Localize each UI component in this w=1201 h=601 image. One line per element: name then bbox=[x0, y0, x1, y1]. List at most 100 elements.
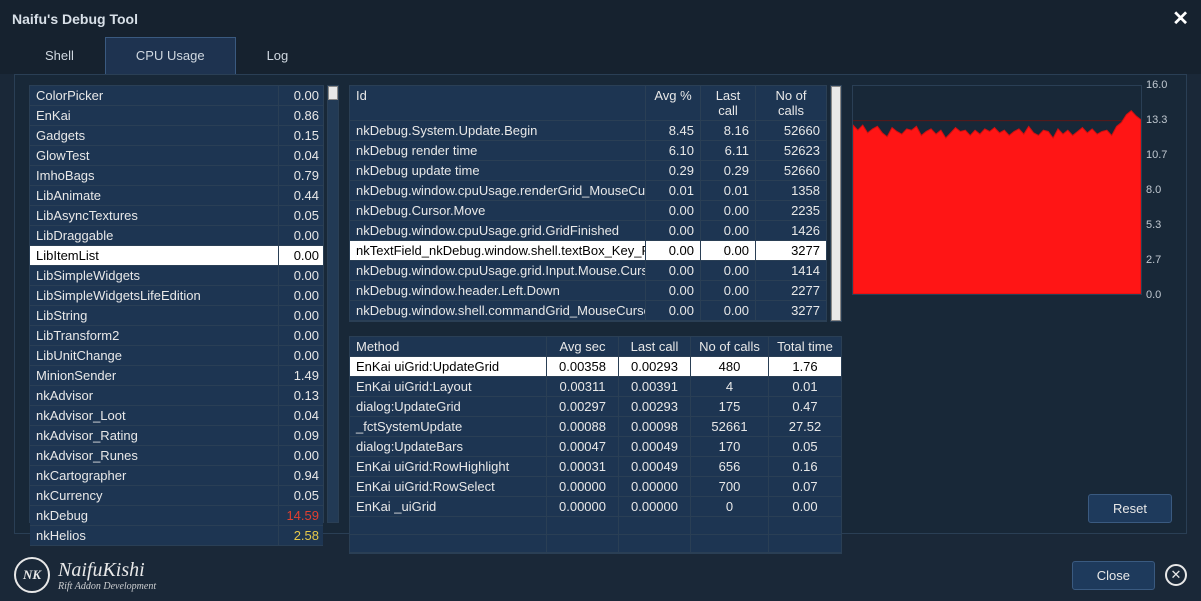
last-cell: 0.00 bbox=[701, 221, 756, 240]
addon-row[interactable]: EnKai0.86 bbox=[30, 106, 323, 126]
title-bar[interactable]: Naifu's Debug Tool ✕ bbox=[0, 0, 1201, 37]
method-row[interactable]: EnKai uiGrid:RowHighlight0.000310.000496… bbox=[350, 457, 841, 477]
addon-row[interactable]: LibDraggable0.00 bbox=[30, 226, 323, 246]
method-row[interactable]: dialog:UpdateBars0.000470.000491700.05 bbox=[350, 437, 841, 457]
method-cell: EnKai uiGrid:Layout bbox=[350, 377, 547, 396]
addon-row[interactable]: Gadgets0.15 bbox=[30, 126, 323, 146]
id-row[interactable]: nkDebug update time0.290.2952660 bbox=[350, 161, 826, 181]
scroll-thumb[interactable] bbox=[328, 86, 338, 100]
nocalls-cell: 700 bbox=[691, 477, 769, 496]
col-nocalls: No of calls bbox=[691, 337, 769, 356]
id-row[interactable]: nkDebug.window.header.Left.Down0.000.002… bbox=[350, 281, 826, 301]
tab-shell[interactable]: Shell bbox=[14, 37, 105, 74]
addon-name: GlowTest bbox=[30, 146, 279, 165]
method-row[interactable]: dialog:UpdateGrid0.002970.002931750.47 bbox=[350, 397, 841, 417]
col-last: Last call bbox=[701, 86, 756, 120]
tab-cpu-usage[interactable]: CPU Usage bbox=[105, 37, 236, 74]
method-row-empty bbox=[350, 535, 841, 553]
avg-cell: 0.00 bbox=[646, 261, 701, 280]
addon-row[interactable]: ColorPicker0.00 bbox=[30, 86, 323, 106]
addon-row[interactable]: nkDebug14.59 bbox=[30, 506, 323, 526]
addon-row[interactable]: nkAdvisor0.13 bbox=[30, 386, 323, 406]
addon-name: ColorPicker bbox=[30, 86, 279, 105]
addon-row[interactable]: ImhoBags0.79 bbox=[30, 166, 323, 186]
nocalls-cell: 170 bbox=[691, 437, 769, 456]
id-row[interactable]: nkDebug.window.cpuUsage.grid.Input.Mouse… bbox=[350, 261, 826, 281]
addon-row[interactable]: nkAdvisor_Loot0.04 bbox=[30, 406, 323, 426]
addon-row[interactable]: MinionSender1.49 bbox=[30, 366, 323, 386]
method-row[interactable]: EnKai uiGrid:Layout0.003110.0039140.01 bbox=[350, 377, 841, 397]
addon-pct: 0.00 bbox=[279, 286, 323, 305]
close-button[interactable]: Close bbox=[1072, 561, 1155, 590]
id-row[interactable]: nkDebug.System.Update.Begin8.458.1652660 bbox=[350, 121, 826, 141]
id-row[interactable]: nkTextField_nkDebug.window.shell.textBox… bbox=[350, 241, 826, 261]
avgsec-cell: 0.00358 bbox=[547, 357, 619, 376]
nocalls-cell: 175 bbox=[691, 397, 769, 416]
addon-list-panel: ColorPicker0.00EnKai0.86Gadgets0.15GlowT… bbox=[29, 85, 339, 523]
nocalls-cell: 0 bbox=[691, 497, 769, 516]
last-cell: 6.11 bbox=[701, 141, 756, 160]
method-row[interactable]: EnKai uiGrid:UpdateGrid0.003580.00293480… bbox=[350, 357, 841, 377]
addon-name: nkHelios bbox=[30, 526, 279, 545]
window-title: Naifu's Debug Tool bbox=[12, 11, 138, 27]
addon-name: LibSimpleWidgetsLifeEdition bbox=[30, 286, 279, 305]
id-cell: nkDebug update time bbox=[350, 161, 646, 180]
addon-table: ColorPicker0.00EnKai0.86Gadgets0.15GlowT… bbox=[29, 85, 324, 523]
id-scrollbar[interactable] bbox=[830, 85, 842, 322]
method-cell: EnKai uiGrid:UpdateGrid bbox=[350, 357, 547, 376]
y-tick: 16.0 bbox=[1146, 79, 1167, 91]
avgsec-cell: 0.00031 bbox=[547, 457, 619, 476]
addon-row[interactable]: LibSimpleWidgetsLifeEdition0.00 bbox=[30, 286, 323, 306]
id-row[interactable]: nkDebug.window.shell.commandGrid_MouseCu… bbox=[350, 301, 826, 321]
id-cell: nkDebug.window.shell.commandGrid_MouseCu… bbox=[350, 301, 646, 320]
addon-pct: 14.59 bbox=[279, 506, 323, 525]
col-method: Method bbox=[350, 337, 547, 356]
addon-row[interactable]: LibSimpleWidgets0.00 bbox=[30, 266, 323, 286]
nocalls-cell: 480 bbox=[691, 357, 769, 376]
addon-row[interactable]: LibAnimate0.44 bbox=[30, 186, 323, 206]
tab-bar: Shell CPU Usage Log bbox=[0, 37, 1201, 74]
id-row[interactable]: nkDebug.Cursor.Move0.000.002235 bbox=[350, 201, 826, 221]
calls-cell: 1414 bbox=[756, 261, 826, 280]
id-cell: nkDebug.System.Update.Begin bbox=[350, 121, 646, 140]
addon-row[interactable]: LibUnitChange0.00 bbox=[30, 346, 323, 366]
method-row[interactable]: _fctSystemUpdate0.000880.000985266127.52 bbox=[350, 417, 841, 437]
lastcall-cell: 0.00391 bbox=[619, 377, 691, 396]
totaltime-cell: 1.76 bbox=[769, 357, 841, 376]
addon-row[interactable]: LibString0.00 bbox=[30, 306, 323, 326]
id-row[interactable]: nkDebug.window.cpuUsage.grid.GridFinishe… bbox=[350, 221, 826, 241]
addon-row[interactable]: nkAdvisor_Runes0.00 bbox=[30, 446, 323, 466]
method-cell: EnKai uiGrid:RowSelect bbox=[350, 477, 547, 496]
totaltime-cell: 0.01 bbox=[769, 377, 841, 396]
addon-row[interactable]: LibItemList0.00 bbox=[30, 246, 323, 266]
avg-cell: 8.45 bbox=[646, 121, 701, 140]
close-circle-icon[interactable]: ✕ bbox=[1165, 564, 1187, 586]
scroll-thumb[interactable] bbox=[831, 86, 841, 321]
addon-row[interactable]: nkAdvisor_Rating0.09 bbox=[30, 426, 323, 446]
addon-scrollbar[interactable] bbox=[327, 85, 339, 523]
tab-log[interactable]: Log bbox=[236, 37, 320, 74]
addon-row[interactable]: LibAsyncTextures0.05 bbox=[30, 206, 323, 226]
method-row[interactable]: EnKai _uiGrid0.000000.0000000.00 bbox=[350, 497, 841, 517]
method-cell: dialog:UpdateGrid bbox=[350, 397, 547, 416]
id-cell: nkDebug.window.cpuUsage.grid.Input.Mouse… bbox=[350, 261, 646, 280]
addon-row[interactable]: nkCartographer0.94 bbox=[30, 466, 323, 486]
addon-row[interactable]: GlowTest0.04 bbox=[30, 146, 323, 166]
method-row[interactable]: EnKai uiGrid:RowSelect0.000000.000007000… bbox=[350, 477, 841, 497]
addon-pct: 0.94 bbox=[279, 466, 323, 485]
method-table: MethodAvg secLast callNo of callsTotal t… bbox=[349, 336, 842, 554]
addon-name: LibAsyncTextures bbox=[30, 206, 279, 225]
addon-row[interactable]: nkCurrency0.05 bbox=[30, 486, 323, 506]
close-icon[interactable]: ✕ bbox=[1172, 6, 1189, 31]
addon-name: LibAnimate bbox=[30, 186, 279, 205]
avg-cell: 6.10 bbox=[646, 141, 701, 160]
id-row[interactable]: nkDebug.window.cpuUsage.renderGrid_Mouse… bbox=[350, 181, 826, 201]
y-tick: 0.0 bbox=[1146, 289, 1161, 301]
totaltime-cell: 0.05 bbox=[769, 437, 841, 456]
addon-row[interactable]: nkHelios2.58 bbox=[30, 526, 323, 546]
content-area: ColorPicker0.00EnKai0.86Gadgets0.15GlowT… bbox=[14, 74, 1187, 534]
avg-cell: 0.00 bbox=[646, 201, 701, 220]
id-row[interactable]: nkDebug render time6.106.1152623 bbox=[350, 141, 826, 161]
reset-button[interactable]: Reset bbox=[1088, 494, 1172, 523]
addon-row[interactable]: LibTransform20.00 bbox=[30, 326, 323, 346]
